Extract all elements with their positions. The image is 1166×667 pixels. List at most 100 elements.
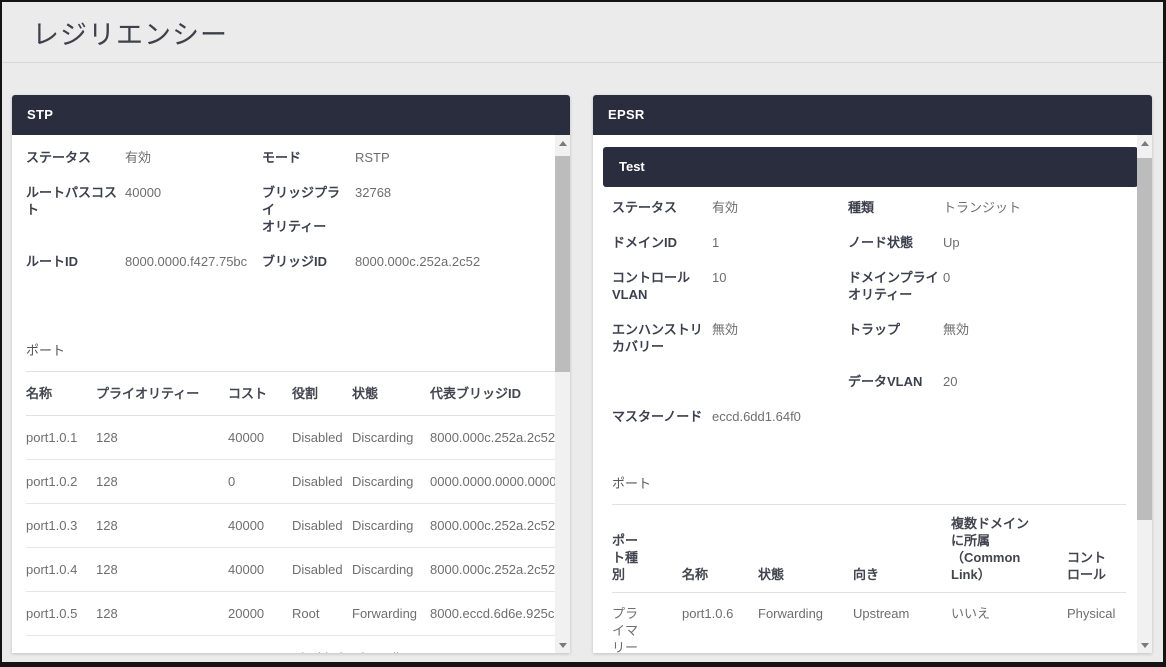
table-cell: 128 — [96, 473, 228, 490]
epsr-field-grid: ステータス有効種類トランジットドメインID1ノード状態Upコントロール VLAN… — [612, 199, 1126, 425]
column-header: 名称 — [682, 566, 758, 583]
table-cell: Disabled — [292, 429, 352, 446]
table-cell: port1.0.3 — [26, 517, 96, 534]
field-label: ブリッジプライ オリティー — [262, 184, 355, 235]
table-cell: Disabled — [292, 473, 352, 490]
table-cell: 8000.000c.252a.2c52 — [430, 517, 555, 534]
stp-port-table: 名称プライオリティーコスト役割状態代表ブリッジIDport1.0.1128400… — [26, 372, 555, 653]
field-label: コントロール VLAN — [612, 269, 712, 303]
field-label: エンハンストリ カバリー — [612, 321, 712, 355]
triangle-up-icon — [559, 141, 567, 146]
table-cell: 40000 — [228, 517, 292, 534]
table-cell: Forwarding — [758, 605, 853, 622]
epsr-panel: EPSR Test ステータス有効種類トランジットドメインID1ノード状態Upコ… — [593, 95, 1152, 653]
table-cell: Upstream — [853, 605, 951, 622]
table-cell: port1.0.4 — [26, 561, 96, 578]
stp-field-grid: ステータス有効モードRSTPルートパスコス ト40000ブリッジプライ オリティ… — [26, 149, 555, 270]
table-cell: 128 — [96, 429, 228, 446]
table-cell: 8000.000c.252a.2c52 — [430, 561, 555, 578]
field-value: 20 — [943, 373, 1126, 390]
table-cell: Disabled — [292, 517, 352, 534]
table-cell: 8000.eccd.6d6e.925c — [430, 605, 555, 622]
table-cell: 40000 — [228, 429, 292, 446]
field-value: 8000.000c.252a.2c52 — [355, 253, 555, 270]
table-cell: 128 — [96, 561, 228, 578]
field-label: ドメインプライ オリティー — [848, 269, 943, 303]
table-cell: Physical — [1067, 605, 1126, 622]
scroll-down-button[interactable] — [555, 637, 570, 653]
table-cell: Discarding — [352, 649, 430, 653]
table-cell: 40000 — [228, 561, 292, 578]
table-header-row: ポー ト種 別名称状態向き複数ドメイン に所属 （Common Link）コント… — [612, 505, 1126, 593]
column-header: 名称 — [26, 385, 96, 402]
field-label: ステータス — [26, 149, 125, 166]
field-label: データVLAN — [848, 373, 943, 390]
field-value: Up — [943, 234, 1126, 251]
epsr-panel-body: Test ステータス有効種類トランジットドメインID1ノード状態Upコントロール… — [593, 135, 1152, 653]
scrollbar-thumb[interactable] — [1137, 158, 1152, 520]
epsr-port-section-label: ポート — [612, 473, 1126, 492]
field-label: ステータス — [612, 199, 712, 216]
scroll-up-button[interactable] — [1137, 135, 1152, 151]
field-label: ブリッジID — [262, 253, 355, 270]
field-value: 無効 — [712, 321, 848, 355]
column-header: コント ロール — [1067, 549, 1126, 583]
scroll-up-button[interactable] — [555, 135, 570, 151]
table-row: port1.0.812840000DisabledDiscarding8000.… — [26, 636, 555, 653]
scrollbar-thumb[interactable] — [555, 156, 570, 372]
epsr-vertical-scrollbar[interactable] — [1137, 135, 1152, 653]
table-cell: Discarding — [352, 517, 430, 534]
triangle-down-icon — [559, 643, 567, 648]
stp-panel: STP ステータス有効モードRSTPルートパスコス ト40000ブリッジプライ … — [12, 95, 570, 653]
stp-panel-body: ステータス有効モードRSTPルートパスコス ト40000ブリッジプライ オリティ… — [12, 135, 570, 653]
table-cell: 8000.000c.252a.2c52 — [430, 429, 555, 446]
field-label: トラップ — [848, 321, 943, 355]
column-header: 複数ドメイン に所属 （Common Link） — [951, 515, 1067, 583]
content-area: STP ステータス有効モードRSTPルートパスコス ト40000ブリッジプライ … — [2, 63, 1163, 661]
field-label: 種類 — [848, 199, 943, 216]
table-row: port1.0.312840000DisabledDiscarding8000.… — [26, 504, 555, 548]
field-value: RSTP — [355, 149, 555, 166]
table-cell: 128 — [96, 649, 228, 653]
field-value: 10 — [712, 269, 848, 303]
column-header: ポー ト種 別 — [612, 532, 682, 583]
table-cell: プラ イマ リー — [612, 605, 682, 653]
table-cell: Discarding — [352, 429, 430, 446]
column-header: 向き — [853, 566, 951, 583]
field-value: 無効 — [943, 321, 1126, 355]
field-value: 32768 — [355, 184, 555, 235]
table-cell: Disabled — [292, 561, 352, 578]
epsr-domain-title: Test — [603, 147, 1138, 187]
field-value: 1 — [712, 234, 848, 251]
column-header: コスト — [228, 385, 292, 402]
epsr-domain-card: Test ステータス有効種類トランジットドメインID1ノード状態Upコントロール… — [603, 147, 1138, 653]
table-cell: 128 — [96, 605, 228, 622]
epsr-port-table: ポー ト種 別名称状態向き複数ドメイン に所属 （Common Link）コント… — [612, 505, 1126, 653]
triangle-down-icon — [1141, 643, 1149, 648]
column-header: プライオリティー — [96, 385, 228, 402]
field-label: ドメインID — [612, 234, 712, 251]
stp-vertical-scrollbar[interactable] — [555, 135, 570, 653]
table-cell: port1.0.2 — [26, 473, 96, 490]
field-value: 40000 — [125, 184, 262, 235]
field-label: ノード状態 — [848, 234, 943, 251]
field-value: 0 — [943, 269, 1126, 303]
table-cell: port1.0.1 — [26, 429, 96, 446]
field-label — [612, 373, 712, 390]
field-value: トランジット — [943, 199, 1126, 216]
table-cell: Disabled — [292, 649, 352, 653]
table-cell: 128 — [96, 517, 228, 534]
table-cell: port1.0.5 — [26, 605, 96, 622]
table-cell: port1.0.6 — [682, 605, 758, 622]
stp-panel-header: STP — [12, 95, 570, 135]
table-row: port1.0.112840000DisabledDiscarding8000.… — [26, 416, 555, 460]
table-header-row: 名称プライオリティーコスト役割状態代表ブリッジID — [26, 372, 555, 416]
table-cell: Discarding — [352, 473, 430, 490]
resiliency-page: { "page": { "title": "レジリエンシー" }, "color… — [0, 0, 1166, 667]
scroll-down-button[interactable] — [1137, 637, 1152, 653]
triangle-up-icon — [1141, 141, 1149, 146]
field-value: eccd.6dd1.64f0 — [712, 408, 848, 425]
table-cell: Forwarding — [352, 605, 430, 622]
stp-port-section-label: ポート — [26, 340, 555, 359]
table-cell: Root — [292, 605, 352, 622]
